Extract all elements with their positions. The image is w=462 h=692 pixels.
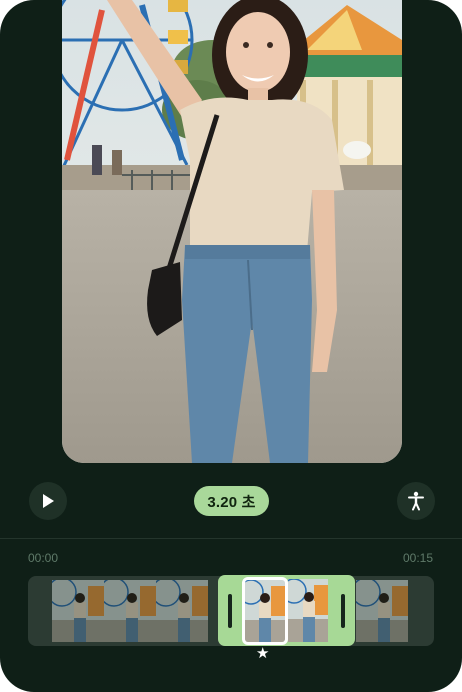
trim-handle-left[interactable] [228, 594, 232, 628]
timeline-end-time: 00:15 [402, 551, 433, 565]
play-button[interactable] [29, 482, 67, 520]
filmstrip-frame [104, 580, 156, 642]
timeline-start-time: 00:00 [28, 551, 59, 565]
filmstrip-frame [52, 580, 104, 642]
device-frame: 3.20 초 00:00 00:15 ★ [0, 0, 462, 692]
playhead-frame[interactable] [242, 577, 288, 645]
filmstrip-frame [156, 580, 208, 642]
accessibility-button[interactable] [397, 482, 435, 520]
trim-handle-right[interactable] [341, 594, 345, 628]
photo-preview[interactable] [62, 0, 402, 463]
star-icon: ★ [256, 645, 270, 662]
divider [0, 538, 462, 539]
filmstrip-frame [356, 580, 408, 642]
timestamp-pill[interactable]: 3.20 초 [194, 486, 269, 516]
selected-frame [288, 579, 328, 642]
play-icon [43, 494, 54, 508]
accessibility-icon [408, 491, 424, 511]
